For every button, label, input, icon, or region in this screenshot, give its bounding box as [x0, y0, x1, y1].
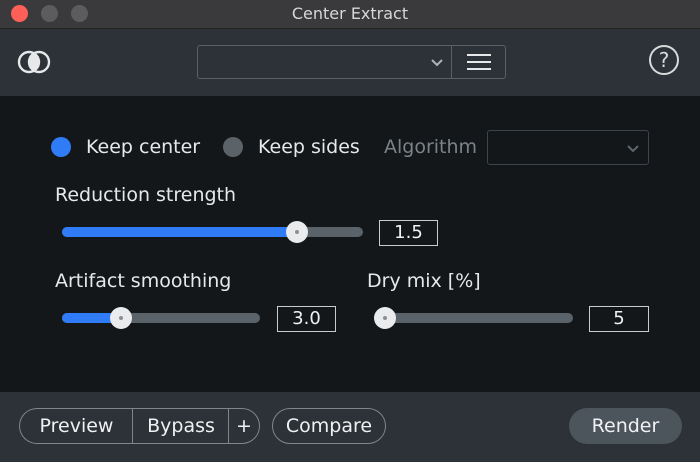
reduction-strength-handle[interactable] — [285, 221, 308, 243]
keep-sides-label[interactable]: Keep sides — [258, 136, 360, 158]
help-button[interactable]: ? — [649, 45, 679, 75]
reduction-strength-fill — [62, 227, 297, 237]
reduction-strength-slider[interactable] — [62, 221, 363, 243]
keep-sides-radio[interactable] — [223, 137, 243, 157]
center-extract-window: Center Extract ? Keep center Keep sides … — [0, 0, 700, 462]
window-title: Center Extract — [291, 4, 409, 23]
algorithm-label: Algorithm — [384, 136, 478, 158]
chevron-down-icon — [431, 59, 443, 67]
artifact-smoothing-slider[interactable] — [62, 307, 260, 329]
artifact-smoothing-value[interactable]: 3.0 — [277, 306, 336, 332]
dry-mix-value[interactable]: 5 — [589, 306, 649, 332]
reduction-strength-label: Reduction strength — [55, 184, 237, 206]
keep-center-radio[interactable] — [51, 137, 71, 157]
footer-bar: Preview Bypass + Compare Render — [0, 392, 700, 462]
preset-menu-button[interactable] — [451, 45, 506, 79]
keep-center-label[interactable]: Keep center — [86, 136, 200, 158]
dry-mix-slider[interactable] — [374, 307, 573, 329]
preview-button[interactable]: Preview — [19, 408, 133, 444]
title-bar: Center Extract — [0, 0, 700, 29]
bypass-button[interactable]: Bypass — [132, 408, 229, 444]
compare-button[interactable]: Compare — [272, 408, 386, 444]
artifact-smoothing-handle[interactable] — [110, 307, 133, 329]
render-button[interactable]: Render — [569, 408, 682, 444]
algorithm-dropdown[interactable] — [487, 130, 649, 165]
dry-mix-handle[interactable] — [374, 307, 396, 329]
chevron-down-icon — [627, 145, 639, 153]
center-extract-logo-icon — [17, 50, 51, 74]
module-header: ? — [0, 29, 700, 96]
dry-mix-label: Dry mix [%] — [367, 270, 481, 292]
controls-panel: Keep center Keep sides Algorithm Reducti… — [0, 96, 700, 392]
reduction-strength-value[interactable]: 1.5 — [379, 220, 438, 246]
hamburger-menu-icon — [467, 54, 491, 56]
plus-button[interactable]: + — [228, 408, 260, 444]
artifact-smoothing-label: Artifact smoothing — [55, 270, 232, 292]
preset-dropdown[interactable] — [197, 45, 453, 79]
